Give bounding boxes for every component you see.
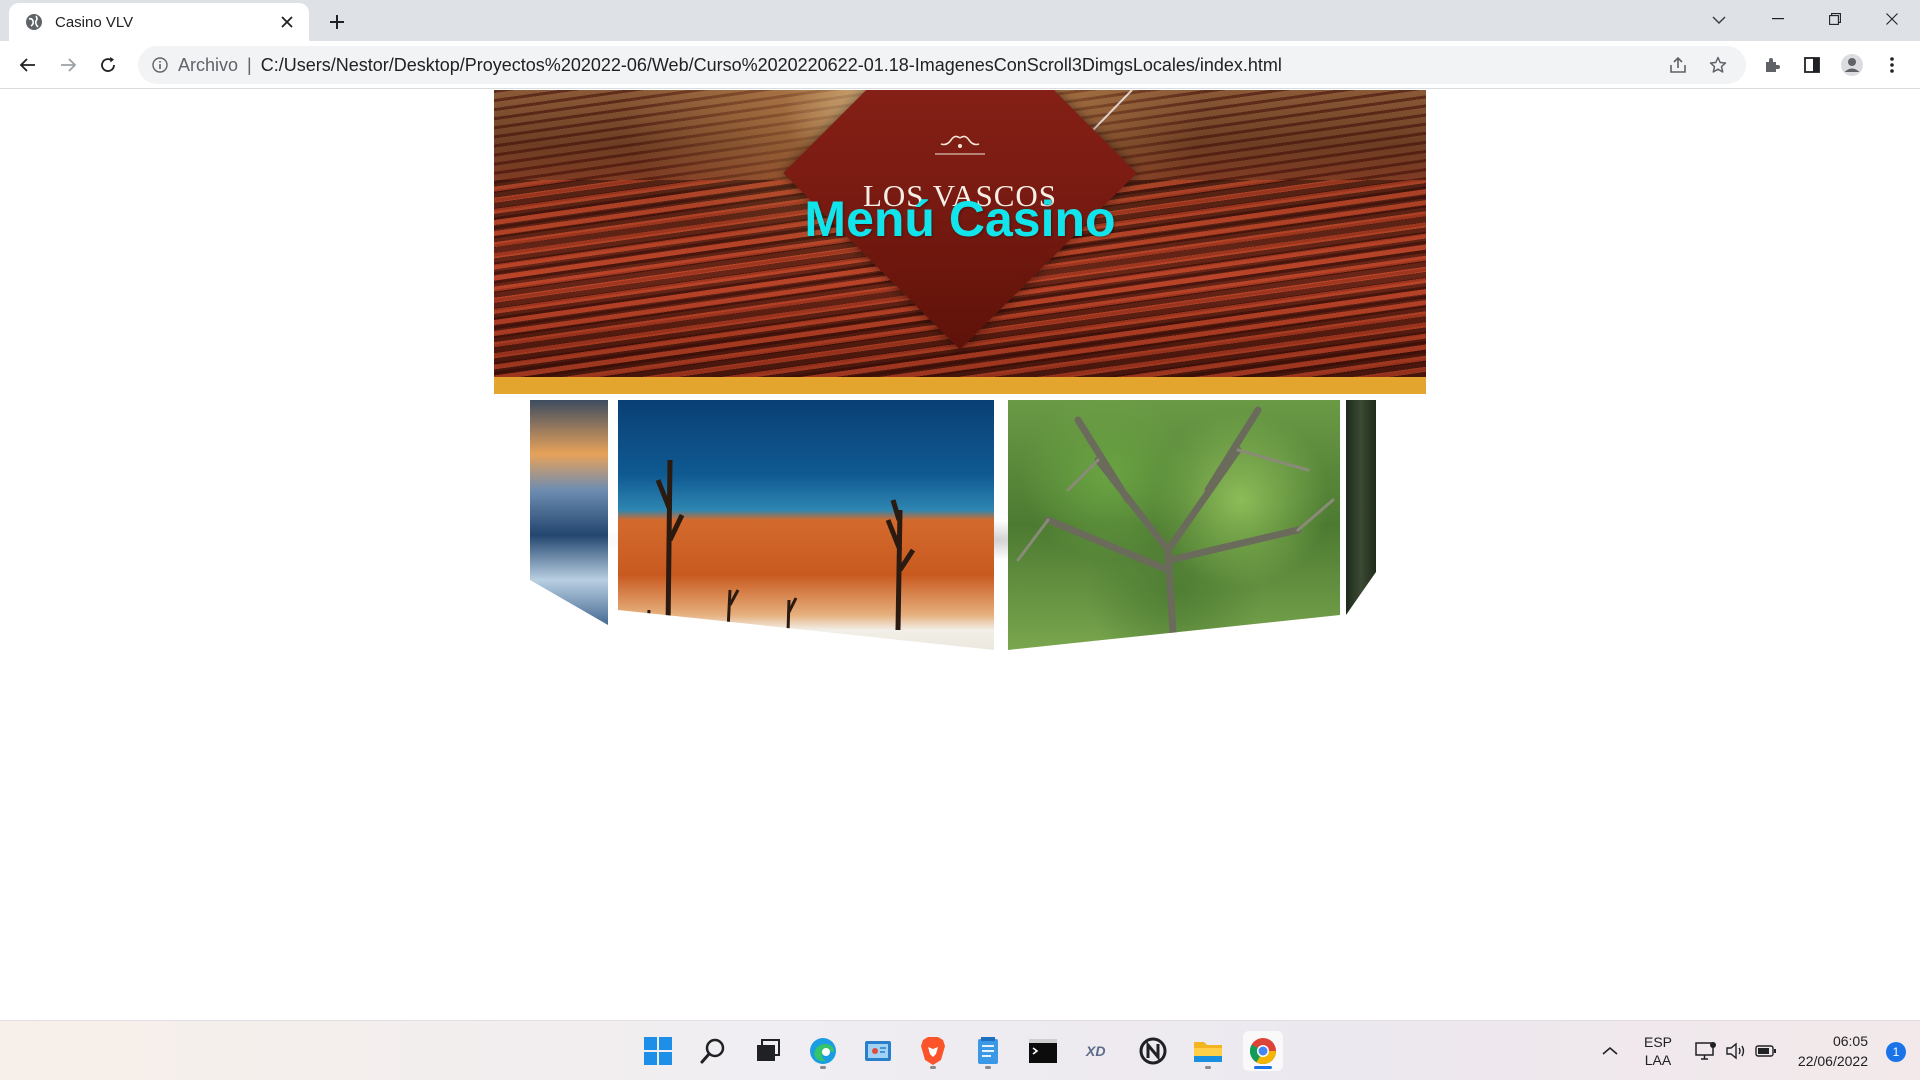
app-running-indicator <box>985 1066 991 1069</box>
omnibox-separator: | <box>247 54 252 75</box>
kebab-menu-icon <box>1890 57 1894 73</box>
task-view-icon <box>757 1039 780 1061</box>
folder-icon <box>1194 1042 1222 1062</box>
page-viewport: LOS VASCOS Menú Casino <box>0 90 1920 1020</box>
carousel-panel-banyan-tree[interactable] <box>1008 400 1340 650</box>
terminal-icon <box>1029 1039 1057 1063</box>
close-tab-icon[interactable] <box>277 12 297 32</box>
info-icon[interactable] <box>150 55 170 75</box>
system-tray: ESP LAA <box>1598 1021 1778 1080</box>
avatar-icon <box>1841 54 1863 76</box>
logo-ornament-icon <box>935 135 985 155</box>
bookmark-star-icon[interactable] <box>1704 51 1732 79</box>
image-carousel-3d[interactable] <box>530 308 1380 650</box>
carousel-panel-desert[interactable] <box>618 400 994 650</box>
chrome-icon <box>1249 1038 1277 1065</box>
close-icon <box>1885 13 1898 25</box>
browser-toolbar: Archivo | C:/Users/Nestor/Desktop/Proyec… <box>0 41 1920 89</box>
restore-icon <box>1828 13 1841 25</box>
minimize-icon <box>1771 18 1784 20</box>
brave-app[interactable] <box>913 1031 953 1071</box>
side-panel-button[interactable] <box>1796 49 1828 81</box>
extensions-button[interactable] <box>1756 49 1788 81</box>
clock[interactable]: 06:05 22/06/2022 <box>1798 1031 1868 1071</box>
app-running-indicator <box>930 1066 936 1069</box>
task-view-button[interactable] <box>748 1031 788 1071</box>
file-explorer-app[interactable] <box>1188 1031 1228 1071</box>
tab-search-button[interactable] <box>1705 6 1733 34</box>
page-title: Menú Casino <box>804 191 1116 247</box>
tab-strip: Casino VLV <box>0 0 1920 41</box>
keyboard-layout: LAA <box>1644 1052 1672 1068</box>
app-running-indicator <box>1205 1066 1211 1069</box>
reload-icon <box>101 57 115 72</box>
chrome-app[interactable] <box>1243 1031 1283 1071</box>
battery-icon[interactable] <box>1754 1039 1778 1063</box>
app-running-indicator <box>820 1066 826 1069</box>
puzzle-icon <box>1766 58 1780 72</box>
search-icon <box>700 1038 725 1064</box>
nodejs-app[interactable] <box>1133 1031 1173 1071</box>
chevron-down-icon <box>1712 16 1726 25</box>
terminal-app[interactable] <box>1023 1031 1063 1071</box>
language-indicator[interactable]: ESP LAA <box>1644 1033 1672 1069</box>
notification-badge[interactable]: 1 <box>1886 1042 1906 1062</box>
control-panel-icon <box>865 1041 891 1061</box>
share-icon[interactable] <box>1664 51 1692 79</box>
chevron-up-icon[interactable] <box>1598 1039 1622 1063</box>
app-active-indicator <box>1254 1066 1272 1069</box>
notepad-icon <box>978 1037 998 1064</box>
back-button[interactable] <box>12 49 44 81</box>
carousel-panel-tree-bark[interactable] <box>1346 400 1376 615</box>
clock-date: 22/06/2022 <box>1797 1053 1868 1069</box>
app-letters-icon: XD <box>1085 1043 1105 1059</box>
side-panel-icon <box>1804 57 1820 73</box>
notepad-app[interactable] <box>968 1031 1008 1071</box>
menu-button[interactable] <box>1876 49 1908 81</box>
clock-time: 06:05 <box>1832 1033 1868 1049</box>
omnibox-actions <box>1664 51 1732 79</box>
browser-tab[interactable]: Casino VLV <box>9 3 309 41</box>
close-window-button[interactable] <box>1863 0 1920 38</box>
arrow-left-icon <box>19 58 35 72</box>
window-controls <box>1749 0 1920 38</box>
circular-logo-icon <box>1139 1037 1167 1065</box>
reload-button[interactable] <box>92 49 124 81</box>
file-scheme-label: Archivo <box>178 54 239 75</box>
windows-taskbar: XD ESP LAA 06:05 22/06/2022 1 <box>0 1020 1920 1080</box>
windows-logo-icon <box>644 1037 672 1065</box>
arrow-right-icon <box>61 58 77 72</box>
start-button[interactable] <box>638 1031 678 1071</box>
globe-icon <box>25 13 43 31</box>
carousel-panel-mountain-lake[interactable] <box>530 400 608 625</box>
tab-title: Casino VLV <box>55 13 134 31</box>
network-icon[interactable] <box>1694 1039 1718 1063</box>
volume-icon[interactable] <box>1724 1039 1748 1063</box>
edge-browser-icon <box>810 1038 836 1064</box>
minimize-button[interactable] <box>1749 0 1806 38</box>
dead-trees-decoration <box>646 459 916 636</box>
tree-branches-decoration <box>1016 406 1335 650</box>
control-panel-app[interactable] <box>858 1031 898 1071</box>
address-bar[interactable]: Archivo | C:/Users/Nestor/Desktop/Proyec… <box>138 46 1746 84</box>
brave-lion-icon <box>921 1037 945 1065</box>
restore-button[interactable] <box>1806 0 1863 38</box>
new-tab-button[interactable] <box>323 8 351 36</box>
profile-button[interactable] <box>1836 49 1868 81</box>
svg-text:XD: XD <box>1085 1043 1105 1059</box>
edge-app[interactable] <box>803 1031 843 1071</box>
search-button[interactable] <box>693 1031 733 1071</box>
language-code: ESP <box>1644 1034 1673 1050</box>
app-launcher-app[interactable]: XD <box>1078 1031 1118 1071</box>
plus-icon <box>330 15 344 29</box>
forward-button[interactable] <box>52 49 84 81</box>
url-text[interactable]: C:/Users/Nestor/Desktop/Proyectos%202022… <box>261 55 1282 76</box>
